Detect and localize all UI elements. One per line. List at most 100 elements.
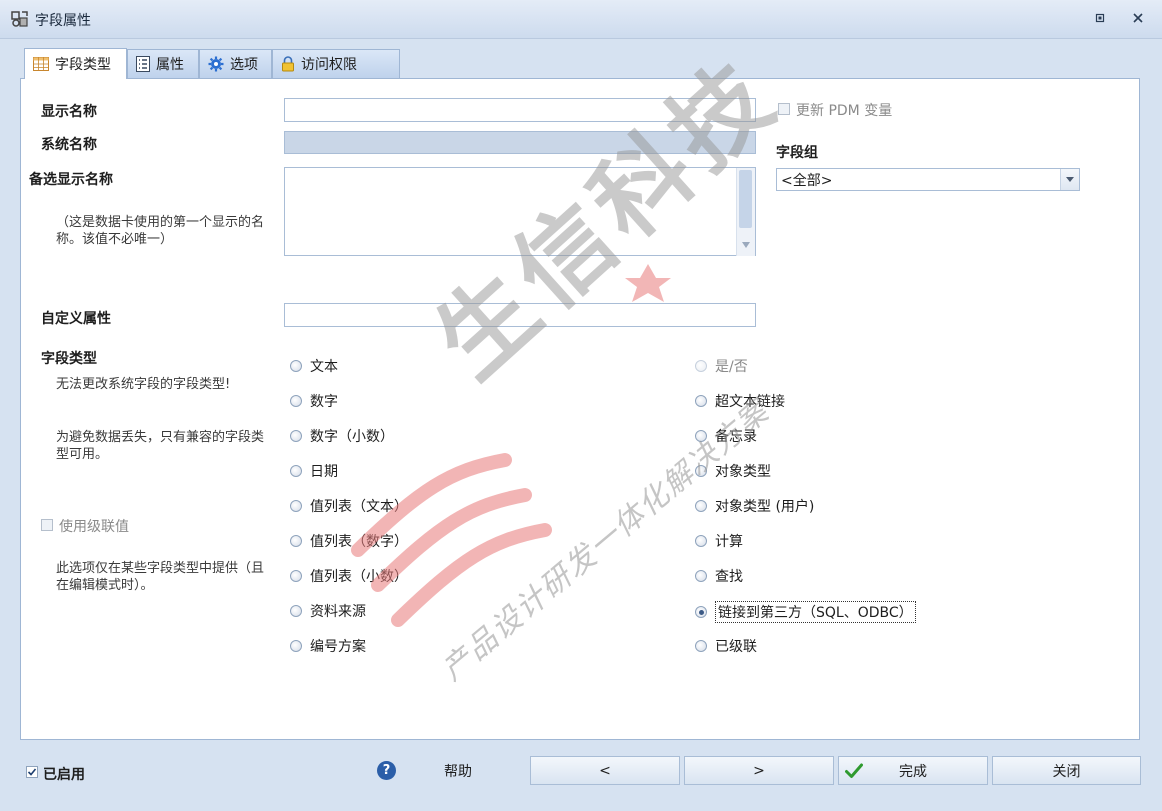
- help-link[interactable]: 帮助: [444, 761, 472, 781]
- alt-display-name-label: 备选显示名称: [29, 172, 113, 188]
- close-icon: [1133, 13, 1143, 23]
- radio-object-type[interactable]: 对象类型: [695, 461, 771, 481]
- alt-display-name-textarea[interactable]: [284, 167, 756, 256]
- radio-button: [695, 360, 707, 372]
- radio-button[interactable]: [695, 570, 707, 582]
- tab-label: 访问权限: [301, 57, 357, 73]
- tab-label: 选项: [230, 57, 258, 73]
- radio-button[interactable]: [290, 360, 302, 372]
- restore-button[interactable]: [1092, 10, 1108, 26]
- radio-label: 已级联: [715, 639, 757, 655]
- radio-label: 值列表（文本）: [310, 499, 408, 515]
- tab-label: 属性: [156, 57, 184, 73]
- gear-icon: [208, 56, 224, 72]
- radio-button[interactable]: [290, 430, 302, 442]
- radio-button[interactable]: [695, 395, 707, 407]
- cascade-checkbox[interactable]: [41, 519, 53, 531]
- radio-label: 日期: [310, 464, 338, 480]
- close-window-button[interactable]: [1130, 10, 1146, 26]
- next-button[interactable]: >: [684, 756, 834, 785]
- chevron-down-icon: [1066, 177, 1074, 182]
- lock-icon: [282, 56, 294, 72]
- tab-options[interactable]: 选项: [199, 49, 272, 78]
- radio-number[interactable]: 数字: [290, 391, 338, 411]
- tab-access-rights[interactable]: 访问权限: [272, 49, 400, 78]
- field-type-hint-compat: 为避免数据丢失，只有兼容的字段类型可用。: [56, 430, 265, 462]
- tab-field-type[interactable]: 字段类型: [24, 48, 127, 79]
- radio-button[interactable]: [290, 465, 302, 477]
- radio-button-selected[interactable]: [695, 606, 707, 618]
- window-title: 字段属性: [35, 13, 91, 29]
- radio-label: 值列表（小数）: [310, 569, 408, 585]
- display-name-input[interactable]: [284, 98, 756, 122]
- radio-button[interactable]: [695, 430, 707, 442]
- display-name-label: 显示名称: [41, 104, 97, 120]
- radio-decimal[interactable]: 数字（小数）: [290, 426, 394, 446]
- radio-yes-no: 是/否: [695, 356, 748, 376]
- radio-text[interactable]: 文本: [290, 356, 338, 376]
- title-bar: 字段属性: [0, 0, 1162, 39]
- radio-lookup[interactable]: 查找: [695, 566, 743, 586]
- restore-icon: [1095, 13, 1105, 23]
- finish-button[interactable]: 完成: [838, 756, 988, 785]
- radio-button[interactable]: [290, 570, 302, 582]
- field-group-value: <全部>: [781, 172, 833, 189]
- properties-icon: [136, 56, 150, 72]
- close-button[interactable]: 关闭: [992, 756, 1141, 785]
- radio-label: 超文本链接: [715, 394, 785, 410]
- cascade-label: 使用级联值: [59, 519, 129, 535]
- radio-label: 备忘录: [715, 429, 757, 445]
- radio-button[interactable]: [290, 500, 302, 512]
- radio-button[interactable]: [290, 395, 302, 407]
- radio-third-party-link[interactable]: 链接到第三方（SQL、ODBC）: [695, 601, 916, 623]
- custom-property-input[interactable]: [284, 303, 756, 327]
- radio-button[interactable]: [695, 465, 707, 477]
- enabled-label: 已启用: [43, 767, 85, 783]
- radio-date[interactable]: 日期: [290, 461, 338, 481]
- previous-button[interactable]: <: [530, 756, 680, 785]
- checkmark-icon: [27, 768, 37, 776]
- field-type-hint-system: 无法更改系统字段的字段类型!: [56, 377, 231, 392]
- radio-button[interactable]: [695, 535, 707, 547]
- radio-button[interactable]: [695, 500, 707, 512]
- radio-label: 数字（小数）: [310, 429, 394, 445]
- app-icon: [10, 9, 30, 29]
- check-icon: [845, 763, 863, 778]
- update-pdm-checkbox[interactable]: [778, 103, 790, 115]
- field-group-select[interactable]: <全部>: [776, 168, 1080, 191]
- radio-label: 资料来源: [310, 604, 366, 620]
- system-name-label: 系统名称: [41, 137, 97, 153]
- radio-calculation[interactable]: 计算: [695, 531, 743, 551]
- tab-properties[interactable]: 属性: [127, 49, 199, 78]
- scrollbar-thumb[interactable]: [739, 170, 752, 228]
- tab-label: 字段类型: [55, 57, 111, 73]
- radio-button[interactable]: [290, 605, 302, 617]
- radio-list-number[interactable]: 值列表（数字）: [290, 531, 408, 551]
- radio-numbering-scheme[interactable]: 编号方案: [290, 636, 366, 656]
- radio-label: 查找: [715, 569, 743, 585]
- radio-memo[interactable]: 备忘录: [695, 426, 757, 446]
- textarea-scrollbar[interactable]: [736, 168, 755, 256]
- cascade-hint: 此选项仅在某些字段类型中提供（且在编辑模式时）。: [56, 561, 265, 593]
- scroll-down-icon[interactable]: [742, 242, 750, 248]
- radio-label: 对象类型 (用户): [715, 499, 815, 515]
- radio-object-type-user[interactable]: 对象类型 (用户): [695, 496, 814, 516]
- system-name-field: [284, 131, 756, 154]
- radio-label: 数字: [310, 394, 338, 410]
- radio-cascaded[interactable]: 已级联: [695, 636, 757, 656]
- help-icon[interactable]: ?: [377, 761, 396, 780]
- radio-data-source[interactable]: 资料来源: [290, 601, 366, 621]
- radio-button[interactable]: [695, 640, 707, 652]
- radio-label: 计算: [715, 534, 743, 550]
- finish-label: 完成: [899, 763, 927, 780]
- radio-button[interactable]: [290, 535, 302, 547]
- enabled-checkbox[interactable]: [26, 766, 38, 778]
- radio-hyperlink[interactable]: 超文本链接: [695, 391, 785, 411]
- update-pdm-label: 更新 PDM 变量: [796, 103, 893, 119]
- radio-list-text[interactable]: 值列表（文本）: [290, 496, 408, 516]
- dropdown-button[interactable]: [1060, 169, 1079, 190]
- field-group-label: 字段组: [776, 145, 818, 161]
- radio-button[interactable]: [290, 640, 302, 652]
- radio-label: 是/否: [715, 359, 748, 375]
- radio-list-decimal[interactable]: 值列表（小数）: [290, 566, 408, 586]
